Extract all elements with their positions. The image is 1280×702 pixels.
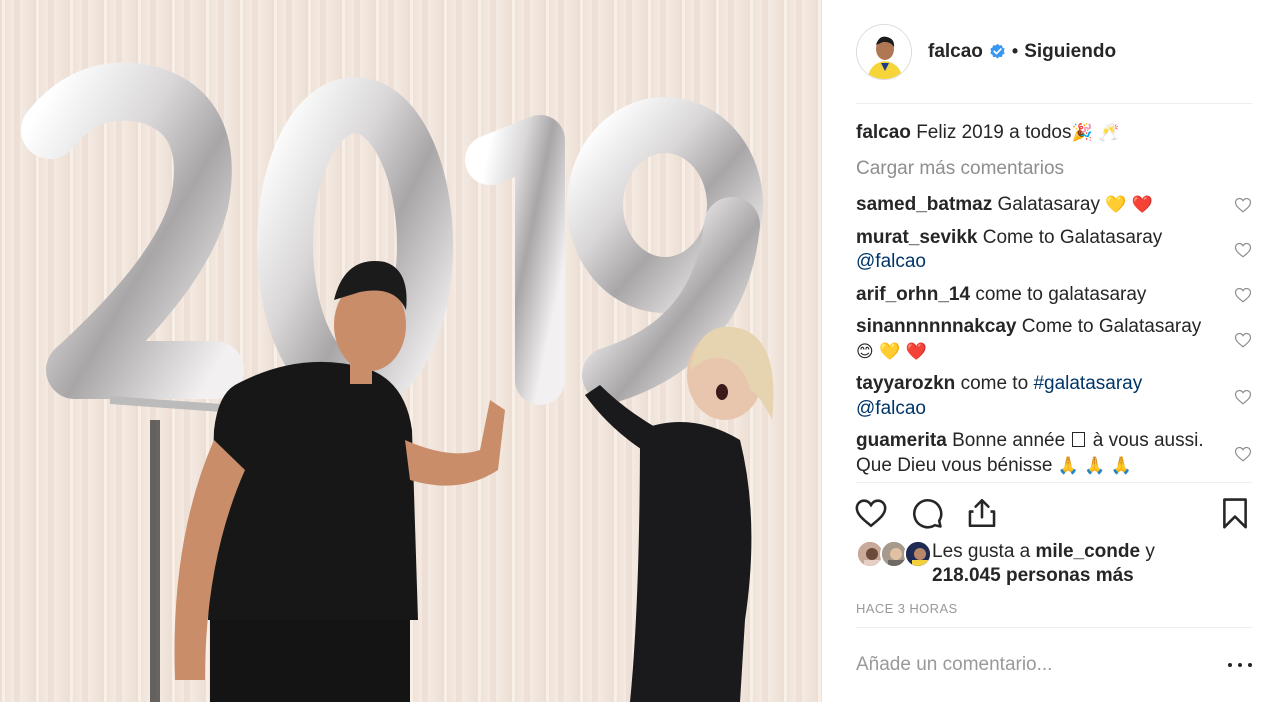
comment-text: Bonne année [952,430,1066,451]
bookmark-icon[interactable] [1218,496,1252,530]
likes-count-link[interactable]: 218.045 personas más [932,565,1134,586]
post-photo[interactable] [0,0,822,702]
comment-text: Come to Galatasaray [1021,316,1202,337]
liker-avatar[interactable] [904,540,932,568]
comment-emoji: 😊 💛 ❤️ [856,341,927,362]
comment-item: samed_batmaz Galatasaray 💛 ❤️ [856,193,1252,218]
caption-emoji: 🎉 🥂 [1071,123,1120,143]
caption-text: Feliz 2019 a todos [916,122,1072,143]
comment-icon[interactable] [910,496,944,530]
post-side-panel: falcao • Siguiendo falcao Feliz 2019 a t… [822,0,1280,702]
post-caption: falcao Feliz 2019 a todos🎉 🥂 [856,121,1252,145]
post-action-bar [854,482,1252,540]
comment-username[interactable]: tayyarozkn [856,373,955,394]
owner-avatar[interactable] [856,23,912,80]
comment-text: Come to Galatasaray [982,226,1163,248]
comment-text: à vous aussi. [1092,430,1204,451]
comment-item: guamerita Bonne année à vous aussi. Que … [856,429,1252,478]
more-options-icon[interactable] [1228,653,1252,677]
comment-text: come to [960,373,1029,394]
comment-mention-link[interactable]: @falcao [856,398,926,419]
comment-text: Galatasaray [997,194,1100,215]
post-timestamp[interactable]: HACE 3 HORAS [856,601,958,616]
comment-like-heart-icon[interactable] [1234,286,1252,304]
post-header: falcao • Siguiendo [856,0,1252,104]
photo-illustration [0,0,822,702]
comment-hashtag-link[interactable]: #galatasaray [1033,373,1142,394]
caption-username[interactable]: falcao [856,122,911,143]
owner-username[interactable]: falcao [928,41,983,63]
comment-like-heart-icon[interactable] [1234,388,1252,406]
likes-connector: y [1145,541,1155,562]
comment-like-heart-icon[interactable] [1234,445,1252,463]
comment-emoji: 💛 ❤️ [1105,195,1153,215]
verified-badge-icon [990,43,1005,59]
comment-item: tayyarozkn come to #galatasaray @falcao [856,372,1252,421]
liker-avatars [856,540,932,568]
comment-emoji: 🙏 🙏 🙏 [1057,455,1133,476]
comment-username[interactable]: guamerita [856,430,947,451]
heart-icon[interactable] [854,496,888,530]
likes-text: Les gusta a mile_conde y 218.045 persona… [932,540,1155,588]
likes-summary: Les gusta a mile_conde y 218.045 persona… [856,540,1155,588]
comment-like-heart-icon[interactable] [1234,241,1252,259]
instagram-post-view: falcao • Siguiendo falcao Feliz 2019 a t… [0,0,1280,702]
follow-separator: • [1011,41,1019,61]
comment-text: come to galatasaray [975,283,1147,305]
comment-item: murat_sevikk Come to Galatasaray @falcao [856,226,1252,275]
comment-username[interactable]: arif_orhn_14 [856,284,970,305]
comment-like-heart-icon[interactable] [1234,331,1252,349]
comment-text: Que Dieu vous bénisse [856,454,1053,476]
likes-user-link[interactable]: mile_conde [1036,541,1141,562]
share-icon[interactable] [965,496,999,530]
comment-username[interactable]: sinannnnnnakcay [856,316,1017,337]
comment-input[interactable] [856,654,1228,676]
missing-glyph-box [1072,432,1086,447]
comments-list: falcao Feliz 2019 a todos🎉 🥂 Cargar más … [856,104,1252,478]
comment-item: arif_orhn_14 come to galatasaray [856,283,1252,308]
comment-username[interactable]: murat_sevikk [856,227,977,248]
add-comment-bar [856,627,1252,702]
load-more-comments-button[interactable]: Cargar más comentarios [856,157,1252,181]
comment-username[interactable]: samed_batmaz [856,194,992,215]
likes-prefix: Les gusta a [932,541,1031,562]
comment-mention-link[interactable]: @falcao [856,251,926,272]
comment-like-heart-icon[interactable] [1234,196,1252,214]
comment-item: sinannnnnnakcay Come to Galatasaray 😊 💛 … [856,315,1252,364]
following-button[interactable]: Siguiendo [1024,41,1116,63]
